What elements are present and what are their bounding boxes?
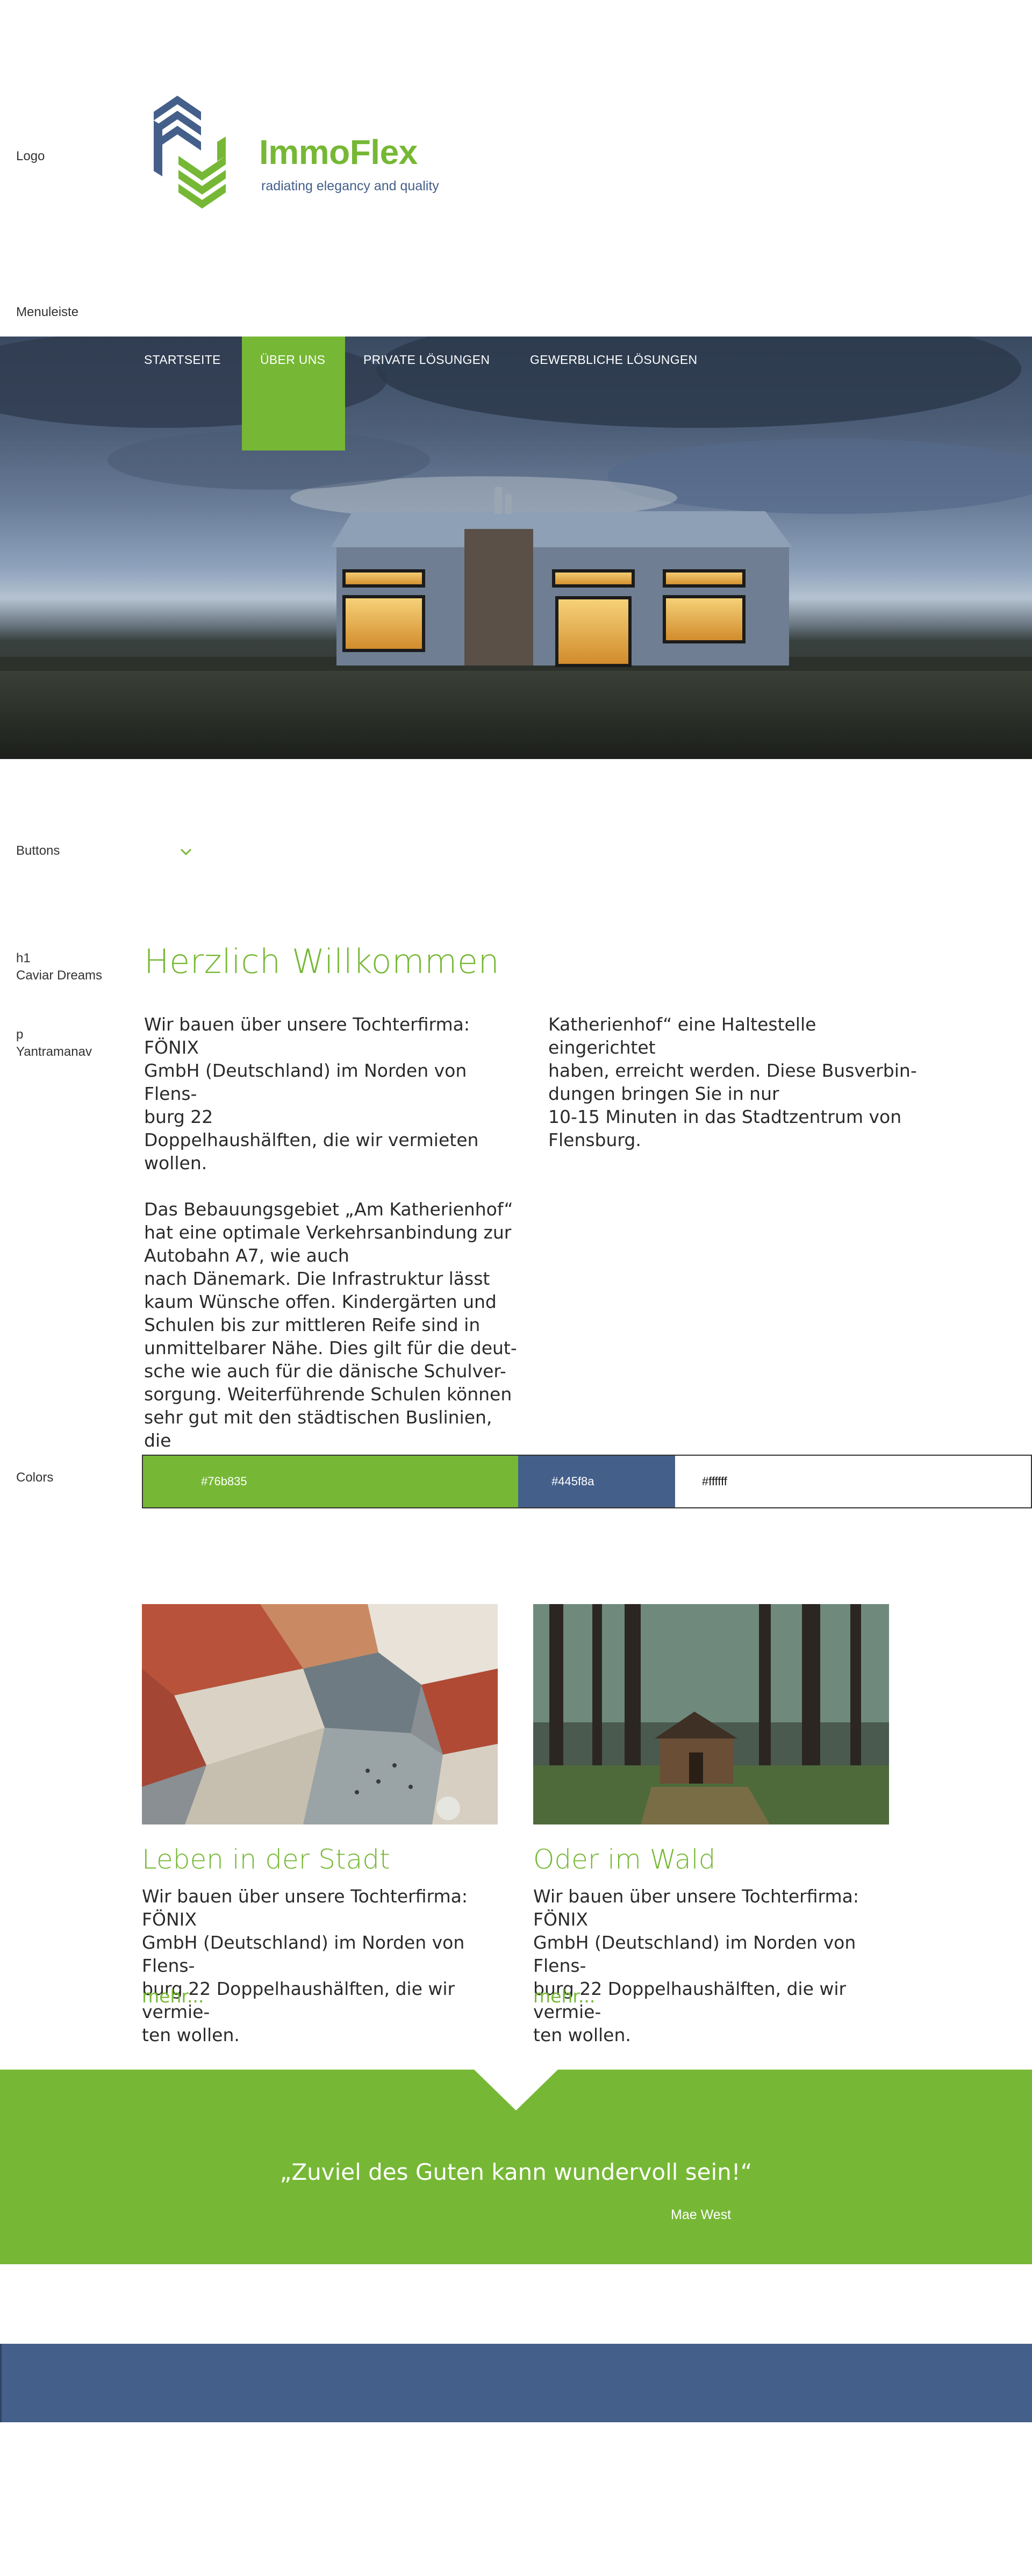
label-p-font: Yantramanav	[16, 1044, 92, 1059]
nav-item-private-loesungen[interactable]: PRIVATE LÖSUNGEN	[363, 353, 490, 367]
quote-author: Mae West	[671, 2207, 732, 2222]
label-logo: Logo	[16, 149, 45, 163]
label-h1-font: Caviar Dreams	[16, 968, 103, 983]
color-swatch-label: #76b835	[201, 1475, 247, 1488]
city-image	[142, 1604, 498, 1824]
card-more-link-forest[interactable]: mehr...	[533, 1986, 595, 2007]
main-navigation: STARTSEITE ÜBER UNS PRIVATE LÖSUNGEN GEW…	[0, 337, 1032, 450]
card-text-city: Wir bauen über unsere Tochterfirma: FÖNI…	[142, 1886, 468, 2045]
quote-notch	[473, 2069, 559, 2110]
quote-text: „Zuviel des Guten kann wundervoll sein!“	[280, 2159, 752, 2185]
logo-icon[interactable]	[150, 96, 231, 214]
forest-image	[533, 1604, 889, 1824]
card-title-city: Leben in der Stadt	[142, 1844, 390, 1875]
brand-tagline: radiating elegancy and quality	[261, 178, 439, 194]
brand-name[interactable]: ImmoFlex	[259, 132, 418, 172]
intro-paragraph-right: Katherienhof“ eine Haltestelle eingerich…	[548, 1014, 917, 1150]
chevron-down-icon[interactable]	[178, 844, 194, 859]
footer	[0, 2344, 1032, 2422]
color-swatch-label: #ffffff	[702, 1475, 727, 1488]
color-swatch-green: #76b835	[143, 1456, 518, 1507]
label-h1-tag: h1	[16, 951, 31, 965]
intro-paragraph-left: Wir bauen über unsere Tochterfirma: FÖNI…	[144, 1014, 517, 1474]
color-palette: #76b835 #445f8a #ffffff	[142, 1455, 1032, 1508]
card-image-forest[interactable]	[533, 1604, 889, 1824]
nav-item-ueber-uns[interactable]: ÜBER UNS	[260, 353, 325, 367]
card-title-forest: Oder im Wald	[533, 1844, 716, 1875]
label-buttons: Buttons	[16, 843, 60, 858]
label-p-tag: p	[16, 1027, 24, 1042]
card-image-city[interactable]	[142, 1604, 498, 1824]
card-more-link-city[interactable]: mehr...	[142, 1986, 204, 2007]
card-text-forest: Wir bauen über unsere Tochterfirma: FÖNI…	[533, 1886, 859, 2045]
label-menu: Menuleiste	[16, 305, 79, 319]
color-swatch-blue: #445f8a	[518, 1456, 675, 1507]
color-swatch-white: #ffffff	[675, 1456, 1031, 1507]
nav-item-gewerbliche-loesungen[interactable]: GEWERBLICHE LÖSUNGEN	[530, 353, 697, 367]
color-swatch-label: #445f8a	[551, 1475, 594, 1488]
label-colors: Colors	[16, 1470, 54, 1485]
page-title: Herzlich Willkommen	[144, 942, 500, 981]
nav-item-startseite[interactable]: STARTSEITE	[144, 353, 221, 367]
hero-banner: STARTSEITE ÜBER UNS PRIVATE LÖSUNGEN GEW…	[0, 337, 1032, 759]
